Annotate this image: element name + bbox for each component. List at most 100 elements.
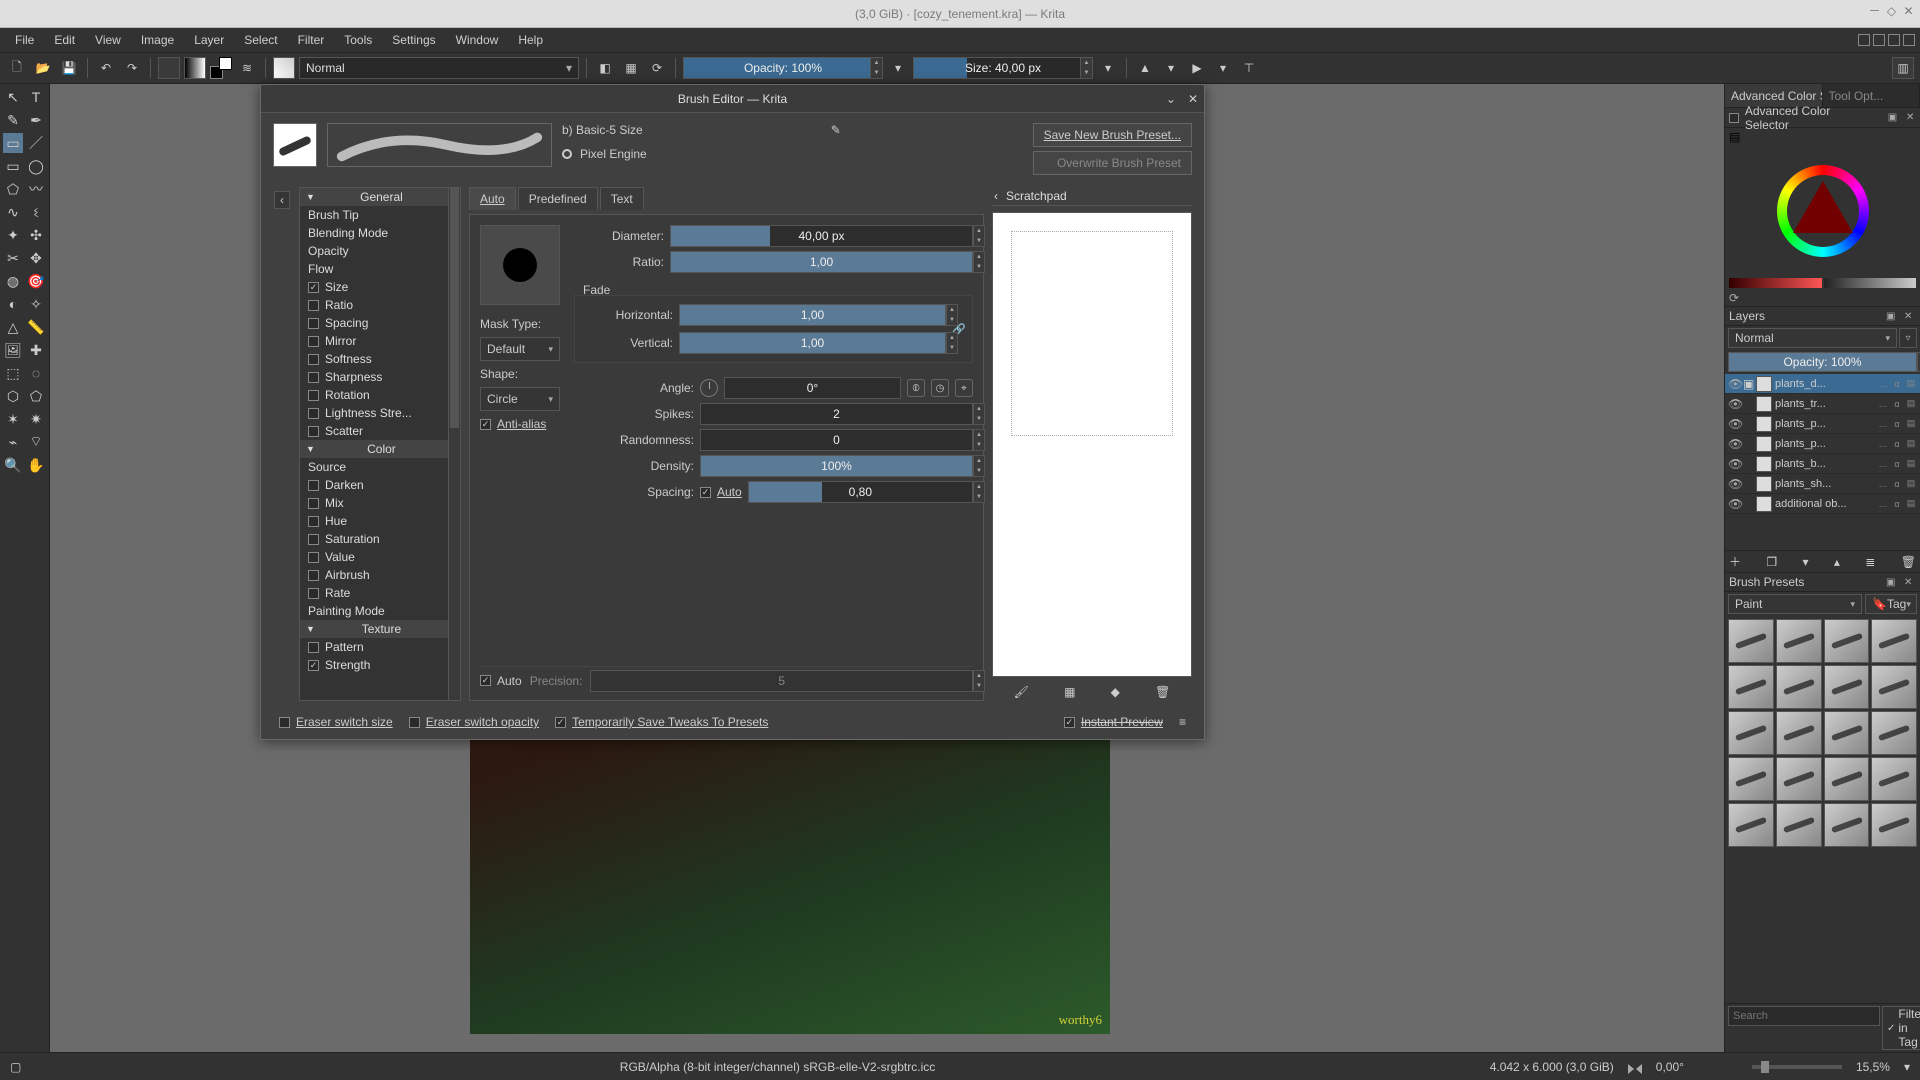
layer-row[interactable]: 👁plants_p...…α▤ bbox=[1725, 414, 1920, 434]
settings-item[interactable]: Sharpness bbox=[300, 368, 448, 386]
precision-input[interactable]: 5▲▼ bbox=[590, 670, 973, 692]
more-icon[interactable]: ▤ bbox=[1905, 398, 1917, 410]
mirror-v-icon[interactable]: ▶ bbox=[1186, 57, 1208, 79]
tab-predefined[interactable]: Predefined bbox=[518, 187, 598, 210]
open-doc-icon[interactable]: 📂 bbox=[32, 57, 54, 79]
color-config-icon[interactable]: ▤ bbox=[1729, 130, 1740, 144]
brush-preset[interactable] bbox=[1728, 665, 1774, 709]
color-selector[interactable] bbox=[1725, 146, 1920, 276]
move-down-icon[interactable]: ▾ bbox=[1803, 555, 1809, 569]
more-icon[interactable]: ▤ bbox=[1905, 478, 1917, 490]
mirror-h-icon[interactable]: ▲ bbox=[1134, 57, 1156, 79]
brush-preset[interactable] bbox=[1728, 619, 1774, 663]
brush-preset[interactable] bbox=[1728, 711, 1774, 755]
angle-reset-icon[interactable]: ⦶ bbox=[907, 379, 925, 397]
lock-icon[interactable]: … bbox=[1877, 478, 1889, 490]
gradient-swatch[interactable] bbox=[184, 57, 206, 79]
multibrush-tool-icon[interactable]: ✣ bbox=[26, 225, 46, 245]
brush-icon[interactable]: 🖌 bbox=[1014, 685, 1029, 699]
zoom-tool-icon[interactable]: 🔍 bbox=[3, 455, 23, 475]
settings-item[interactable]: Airbrush bbox=[300, 566, 448, 584]
size-spinner[interactable]: ▲▼ bbox=[1080, 58, 1092, 78]
overwrite-preset-button[interactable]: Overwrite Brush Preset bbox=[1033, 151, 1192, 175]
settings-item[interactable]: Scatter bbox=[300, 422, 448, 440]
angle-input[interactable]: 0° bbox=[724, 377, 901, 399]
settings-item[interactable]: Mirror bbox=[300, 332, 448, 350]
menu-tools[interactable]: Tools bbox=[334, 30, 382, 50]
preset-tag-combo[interactable]: Paint▾ bbox=[1728, 594, 1862, 614]
brush-preset[interactable] bbox=[1776, 619, 1822, 663]
refresh-icon[interactable]: ⟳ bbox=[1729, 291, 1739, 305]
window-maximize-icon[interactable]: ◇ bbox=[1886, 5, 1897, 16]
menu-file[interactable]: File bbox=[5, 30, 44, 50]
float-dock-icon[interactable]: ▣ bbox=[1887, 112, 1899, 124]
alpha-icon[interactable]: α bbox=[1891, 438, 1903, 450]
tab-text[interactable]: Text bbox=[600, 187, 644, 210]
visibility-icon[interactable]: 👁 bbox=[1728, 477, 1740, 491]
settings-item[interactable]: Flow bbox=[300, 260, 448, 278]
angle-dial[interactable] bbox=[700, 379, 718, 397]
menu-window[interactable]: Window bbox=[446, 30, 509, 50]
save-preset-button[interactable]: Save New Brush Preset... bbox=[1033, 123, 1192, 147]
brush-preset[interactable] bbox=[1871, 757, 1917, 801]
measure-tool-icon[interactable]: 📏 bbox=[26, 317, 46, 337]
float-dock-icon[interactable]: ▣ bbox=[1886, 577, 1898, 588]
layer-properties-icon[interactable]: ≣ bbox=[1865, 555, 1875, 569]
anti-alias-checkbox[interactable]: ✓Anti-alias bbox=[480, 417, 560, 431]
lock-icon[interactable]: … bbox=[1877, 378, 1889, 390]
eraser-mode-icon[interactable]: ◧ bbox=[594, 57, 616, 79]
select-magnetic-tool-icon[interactable]: ⌔ bbox=[26, 432, 46, 452]
clear-icon[interactable]: 🗑 bbox=[1155, 685, 1170, 699]
settings-group-header[interactable]: ▼Color bbox=[300, 440, 448, 458]
shape-combo[interactable]: Circle▾ bbox=[480, 387, 560, 411]
move-up-icon[interactable]: ▴ bbox=[1834, 555, 1840, 569]
alpha-icon[interactable]: α bbox=[1891, 458, 1903, 470]
menu-image[interactable]: Image bbox=[131, 30, 184, 50]
lock-dock-checkbox[interactable] bbox=[1729, 113, 1739, 123]
blend-mode-combo[interactable]: Normal ▾ bbox=[299, 57, 579, 79]
layer-blend-combo[interactable]: Normal▾ bbox=[1728, 328, 1897, 348]
dialog-titlebar[interactable]: Brush Editor — Krita ⌄ ✕ bbox=[261, 85, 1204, 113]
brush-preset[interactable] bbox=[1871, 619, 1917, 663]
select-poly-tool-icon[interactable]: ⬠ bbox=[26, 386, 46, 406]
brush-preset[interactable] bbox=[1776, 665, 1822, 709]
select-similar-tool-icon[interactable]: ✷ bbox=[26, 409, 46, 429]
select-freehand-tool-icon[interactable]: ⬡ bbox=[3, 386, 23, 406]
layer-opacity-slider[interactable]: Opacity: 100% ▲▼ bbox=[1728, 352, 1917, 372]
pattern-swatch[interactable] bbox=[158, 57, 180, 79]
settings-item[interactable]: Value bbox=[300, 548, 448, 566]
select-bezier-tool-icon[interactable]: ⌁ bbox=[3, 432, 23, 452]
brush-preset[interactable] bbox=[1824, 711, 1870, 755]
instant-preview-checkbox[interactable]: ✓Instant Preview bbox=[1064, 715, 1163, 729]
close-icon[interactable]: ✕ bbox=[1188, 92, 1198, 106]
wrap-around-icon[interactable]: ⊤ bbox=[1238, 57, 1260, 79]
chevron-down-icon[interactable]: ▾ bbox=[887, 57, 909, 79]
window-minimize-icon[interactable]: － bbox=[1869, 5, 1880, 16]
window-close-icon[interactable]: ✕ bbox=[1903, 5, 1914, 16]
brush-preset[interactable] bbox=[1824, 803, 1870, 847]
visibility-icon[interactable]: 👁 bbox=[1728, 397, 1740, 411]
color-history-bar[interactable] bbox=[1725, 276, 1920, 290]
polygon-tool-icon[interactable]: ⬠ bbox=[3, 179, 23, 199]
text-tool-icon[interactable]: T bbox=[26, 87, 46, 107]
settings-item[interactable]: Mix bbox=[300, 494, 448, 512]
ellipse-tool-icon[interactable]: ◯ bbox=[26, 156, 46, 176]
zoom-slider[interactable] bbox=[1752, 1065, 1842, 1069]
layer-row[interactable]: 👁plants_sh...…α▤ bbox=[1725, 474, 1920, 494]
panel-toggle-icons[interactable] bbox=[1858, 34, 1915, 46]
line-tool-icon[interactable]: ／ bbox=[26, 133, 46, 153]
brush-preset[interactable] bbox=[1776, 711, 1822, 755]
hue-ring[interactable] bbox=[1777, 165, 1869, 257]
fill-bg-icon[interactable]: ◆ bbox=[1111, 685, 1120, 699]
eraser-opacity-checkbox[interactable]: Eraser switch opacity bbox=[409, 715, 539, 729]
dimension-toggle-icon[interactable] bbox=[1628, 1060, 1642, 1074]
alpha-icon[interactable]: α bbox=[1891, 378, 1903, 390]
select-rect-tool-icon[interactable]: ⬚ bbox=[3, 363, 23, 383]
duplicate-layer-icon[interactable]: ❐ bbox=[1766, 555, 1777, 569]
settings-group-header[interactable]: ▼General bbox=[300, 188, 448, 206]
undo-icon[interactable]: ↶ bbox=[95, 57, 117, 79]
save-doc-icon[interactable]: 💾 bbox=[58, 57, 80, 79]
chevron-down-icon[interactable]: ▾ bbox=[1097, 57, 1119, 79]
opacity-slider[interactable]: Opacity: 100% ▲▼ bbox=[683, 57, 883, 79]
fade-v-input[interactable]: 1,00▲▼ bbox=[679, 332, 946, 354]
